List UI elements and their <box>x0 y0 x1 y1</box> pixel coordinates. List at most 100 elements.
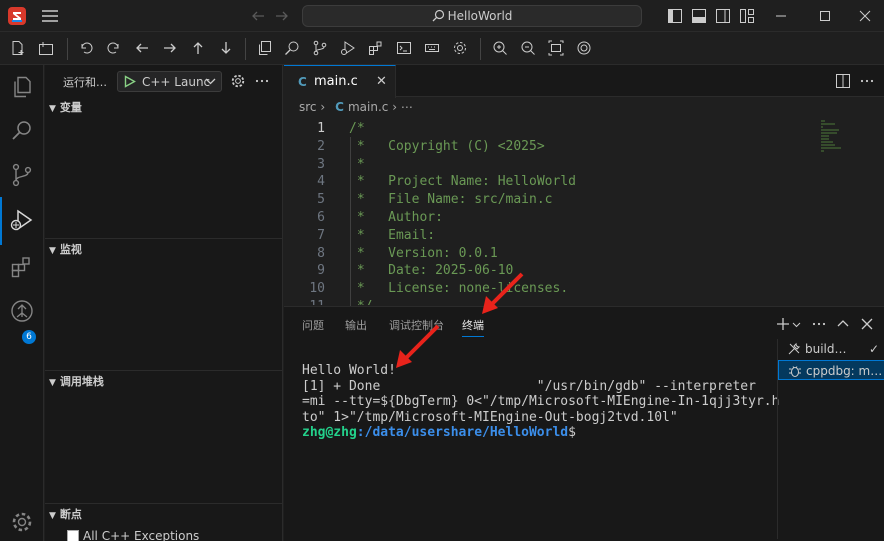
indent-guide <box>350 137 351 307</box>
breakpoint-label: All C++ Exceptions <box>83 529 200 541</box>
variables-header[interactable]: ▼ 变量 <box>49 97 82 119</box>
tab-main-c[interactable]: C main.c ✕ <box>284 65 396 98</box>
search-text: HelloWorld <box>447 9 513 23</box>
breadcrumb-folder[interactable]: src <box>299 100 317 114</box>
extensions-icon[interactable] <box>10 255 34 279</box>
code-text: * License: none-licenses. <box>349 281 569 297</box>
keyboard-icon[interactable] <box>424 40 440 56</box>
launch-config-dropdown[interactable]: C++ Launc <box>117 71 222 92</box>
zoom-in-icon[interactable] <box>492 40 508 56</box>
run-debug-icon[interactable] <box>340 40 356 56</box>
tab-terminal[interactable]: 终端 <box>462 317 484 337</box>
c-file-icon: C <box>298 75 307 89</box>
terminal-item-cppdbg[interactable]: cppdbg: m… <box>778 360 884 380</box>
arrow-up-icon[interactable] <box>190 40 206 56</box>
more-actions-icon[interactable] <box>812 317 826 331</box>
chevron-down-icon[interactable] <box>792 317 801 331</box>
terminal-prompt: zhg@zhg:/data/usershare/HelloWorld$ <box>302 425 762 441</box>
undo-icon[interactable] <box>78 40 94 56</box>
sidebar-header: 运行和… C++ Launc <box>45 65 283 97</box>
terminal-output[interactable]: Hello World! [1] + Done "/usr/bin/gdb" --… <box>302 363 779 441</box>
breakpoint-item[interactable]: All C++ Exceptions <box>67 529 199 541</box>
more-actions-icon[interactable] <box>860 74 874 88</box>
search-icon[interactable] <box>10 119 34 143</box>
copy-icon[interactable] <box>256 40 272 56</box>
more-actions-icon[interactable] <box>254 73 270 89</box>
c-file-icon: C <box>335 100 344 114</box>
terminal-icon[interactable] <box>396 40 412 56</box>
open-launch-json-gear-icon[interactable] <box>230 73 246 89</box>
launch-config-name: C++ Launc <box>142 75 211 89</box>
command-center-search[interactable]: HelloWorld <box>302 5 642 27</box>
arrow-down-icon[interactable] <box>218 40 234 56</box>
code-text: /* <box>349 121 365 136</box>
manage-gear-icon[interactable] <box>10 510 34 534</box>
close-panel-icon[interactable] <box>860 317 874 331</box>
new-terminal-icon[interactable] <box>776 317 790 331</box>
arrow-right-icon[interactable] <box>162 40 178 56</box>
search-icon <box>432 9 444 22</box>
tools-icon <box>788 342 801 355</box>
split-editor-icon[interactable] <box>836 74 850 88</box>
settings-gear-icon[interactable] <box>452 40 468 56</box>
code-text: * <box>349 156 365 172</box>
source-control-icon[interactable] <box>10 163 34 187</box>
run-debug-sidebar: 运行和… C++ Launc ▼ 变量 ▼ 监视 ▼ 调用堆栈 ▼ 断点 All C++… <box>45 65 283 541</box>
code-text: * Copyright (C) <2025> <box>349 138 545 154</box>
breadcrumb: src › Cmain.c › ⋯ <box>299 100 413 114</box>
watch-header[interactable]: ▼ 监视 <box>49 239 82 261</box>
new-file-icon[interactable] <box>10 40 26 56</box>
redo-icon[interactable] <box>106 40 122 56</box>
chevron-down-icon: ▼ <box>49 511 56 521</box>
start-debug-icon[interactable] <box>123 75 136 88</box>
terminal-line: Hello World! <box>302 363 396 378</box>
annotation-arrow-icon <box>482 272 524 314</box>
chevron-down-icon: ▼ <box>49 378 56 388</box>
run-and-debug-icon[interactable] <box>10 208 34 232</box>
chevron-down-icon: ▼ <box>49 104 56 114</box>
breadcrumb-more[interactable]: › ⋯ <box>392 100 413 114</box>
code-text: * File Name: src/main.c <box>349 192 553 208</box>
breakpoint-checkbox[interactable] <box>67 530 79 541</box>
tab-output[interactable]: 输出 <box>345 317 367 333</box>
breakpoints-label: 断点 <box>59 508 82 521</box>
vscode-window: HelloWorld 6 运行和… C++ Launc ▼ 变量 ▼ 监视 ▼ … <box>0 0 884 541</box>
bottom-panel: 问题 输出 调试控制台 终端 Hello World! [1] + Done "/… <box>284 306 884 541</box>
chevron-down-icon <box>205 78 216 85</box>
code-editor[interactable]: 1/* 2 * Copyright (C) <2025> 3 * 4 * Projec… <box>284 119 884 305</box>
customize-layout-icon[interactable] <box>740 9 754 23</box>
source-control-icon[interactable] <box>312 40 328 56</box>
focus-target-icon[interactable] <box>576 40 592 56</box>
maximize-icon[interactable] <box>817 8 833 24</box>
extensions-icon[interactable] <box>368 40 384 56</box>
close-tab-icon[interactable]: ✕ <box>376 74 387 89</box>
back-icon[interactable] <box>250 8 266 24</box>
line-number: 6 <box>317 210 325 225</box>
remote-explorer-icon[interactable] <box>10 299 34 323</box>
debug-bug-icon <box>789 366 801 377</box>
prompt-symbol: $ <box>568 425 576 440</box>
terminal-item-build[interactable]: build… ✓ <box>778 339 884 359</box>
new-project-icon[interactable] <box>38 40 54 56</box>
zoom-out-icon[interactable] <box>520 40 536 56</box>
toggle-panel-icon[interactable] <box>692 9 706 23</box>
fit-screen-icon[interactable] <box>548 40 564 56</box>
arrow-left-icon[interactable] <box>134 40 150 56</box>
forward-icon[interactable] <box>274 8 290 24</box>
extensions-badge: 6 <box>22 330 36 344</box>
line-number: 10 <box>309 281 325 297</box>
breadcrumb-file[interactable]: main.c <box>348 100 388 114</box>
toggle-secondary-sidebar-icon[interactable] <box>716 9 730 23</box>
minimize-icon[interactable] <box>773 8 789 24</box>
menu-icon[interactable] <box>42 10 58 22</box>
minimap[interactable] <box>819 119 849 159</box>
call-stack-header[interactable]: ▼ 调用堆栈 <box>49 371 104 393</box>
breakpoints-header[interactable]: ▼ 断点 <box>49 504 82 526</box>
code-line: 6 * Author: <box>284 209 884 227</box>
tab-problems[interactable]: 问题 <box>302 317 324 333</box>
close-window-icon[interactable] <box>857 8 873 24</box>
explorer-icon[interactable] <box>10 75 34 99</box>
maximize-panel-icon[interactable] <box>836 317 850 331</box>
toggle-primary-sidebar-icon[interactable] <box>668 9 682 23</box>
find-icon[interactable] <box>284 40 300 56</box>
